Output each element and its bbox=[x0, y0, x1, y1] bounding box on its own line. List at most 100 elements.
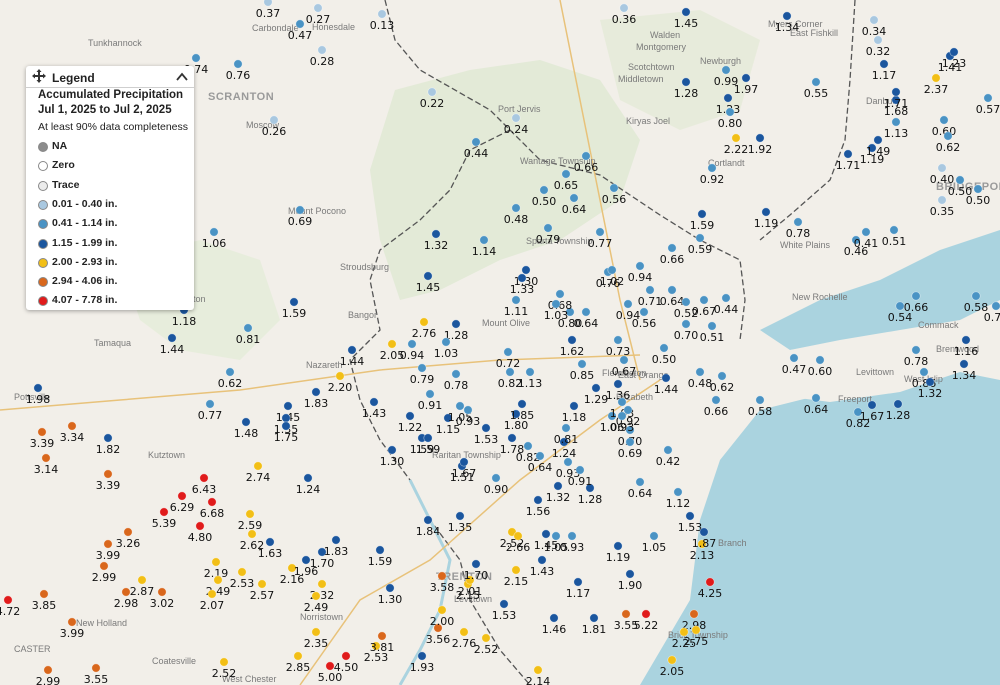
station-marker[interactable] bbox=[661, 373, 671, 383]
station-marker[interactable] bbox=[103, 469, 113, 479]
station-marker[interactable] bbox=[625, 437, 635, 447]
station-marker[interactable] bbox=[405, 411, 415, 421]
station-marker[interactable] bbox=[541, 529, 551, 539]
station-marker[interactable] bbox=[425, 389, 435, 399]
station-marker[interactable] bbox=[681, 7, 691, 17]
station-marker[interactable] bbox=[211, 557, 221, 567]
station-marker[interactable] bbox=[549, 613, 559, 623]
station-marker[interactable] bbox=[535, 451, 545, 461]
station-marker[interactable] bbox=[843, 149, 853, 159]
station-marker[interactable] bbox=[437, 571, 447, 581]
station-marker[interactable] bbox=[311, 591, 321, 601]
station-marker[interactable] bbox=[939, 115, 949, 125]
station-marker[interactable] bbox=[581, 307, 591, 317]
station-marker[interactable] bbox=[207, 497, 217, 507]
station-marker[interactable] bbox=[257, 579, 267, 589]
station-marker[interactable] bbox=[511, 203, 521, 213]
station-marker[interactable] bbox=[441, 337, 451, 347]
station-marker[interactable] bbox=[423, 515, 433, 525]
station-marker[interactable] bbox=[123, 527, 133, 537]
station-marker[interactable] bbox=[755, 133, 765, 143]
station-marker[interactable] bbox=[717, 371, 727, 381]
station-marker[interactable] bbox=[943, 131, 953, 141]
station-marker[interactable] bbox=[317, 579, 327, 589]
station-marker[interactable] bbox=[471, 137, 481, 147]
station-marker[interactable] bbox=[667, 285, 677, 295]
station-marker[interactable] bbox=[893, 399, 903, 409]
station-marker[interactable] bbox=[289, 297, 299, 307]
station-marker[interactable] bbox=[937, 195, 947, 205]
station-marker[interactable] bbox=[207, 589, 217, 599]
station-marker[interactable] bbox=[103, 539, 113, 549]
station-marker[interactable] bbox=[581, 151, 591, 161]
station-marker[interactable] bbox=[313, 3, 323, 13]
station-marker[interactable] bbox=[317, 45, 327, 55]
station-marker[interactable] bbox=[245, 509, 255, 519]
station-marker[interactable] bbox=[553, 481, 563, 491]
station-marker[interactable] bbox=[41, 453, 51, 463]
station-marker[interactable] bbox=[793, 217, 803, 227]
station-marker[interactable] bbox=[623, 299, 633, 309]
station-marker[interactable] bbox=[551, 531, 561, 541]
station-marker[interactable] bbox=[3, 595, 13, 605]
station-marker[interactable] bbox=[455, 401, 465, 411]
station-marker[interactable] bbox=[577, 359, 587, 369]
station-marker[interactable] bbox=[949, 47, 959, 57]
station-marker[interactable] bbox=[375, 545, 385, 555]
station-marker[interactable] bbox=[551, 299, 561, 309]
station-marker[interactable] bbox=[417, 363, 427, 373]
station-marker[interactable] bbox=[247, 529, 257, 539]
station-marker[interactable] bbox=[635, 261, 645, 271]
station-marker[interactable] bbox=[873, 35, 883, 45]
station-marker[interactable] bbox=[407, 339, 417, 349]
station-marker[interactable] bbox=[195, 521, 205, 531]
station-marker[interactable] bbox=[157, 587, 167, 597]
station-marker[interactable] bbox=[91, 663, 101, 673]
station-marker[interactable] bbox=[609, 183, 619, 193]
station-marker[interactable] bbox=[253, 461, 263, 471]
station-marker[interactable] bbox=[991, 301, 1000, 311]
station-marker[interactable] bbox=[707, 163, 717, 173]
station-marker[interactable] bbox=[889, 225, 899, 235]
station-marker[interactable] bbox=[741, 73, 751, 83]
station-marker[interactable] bbox=[971, 291, 981, 301]
station-marker[interactable] bbox=[569, 193, 579, 203]
station-marker[interactable] bbox=[513, 531, 523, 541]
station-marker[interactable] bbox=[335, 371, 345, 381]
station-marker[interactable] bbox=[699, 295, 709, 305]
station-marker[interactable] bbox=[191, 53, 201, 63]
station-marker[interactable] bbox=[789, 353, 799, 363]
station-marker[interactable] bbox=[499, 599, 509, 609]
station-marker[interactable] bbox=[491, 473, 501, 483]
station-marker[interactable] bbox=[455, 511, 465, 521]
station-marker[interactable] bbox=[595, 227, 605, 237]
station-marker[interactable] bbox=[861, 227, 871, 237]
station-marker[interactable] bbox=[955, 175, 965, 185]
station-marker[interactable] bbox=[649, 531, 659, 541]
station-marker[interactable] bbox=[525, 367, 535, 377]
station-marker[interactable] bbox=[711, 395, 721, 405]
station-marker[interactable] bbox=[681, 319, 691, 329]
station-marker[interactable] bbox=[617, 411, 627, 421]
station-marker[interactable] bbox=[555, 289, 565, 299]
station-marker[interactable] bbox=[533, 495, 543, 505]
station-marker[interactable] bbox=[517, 399, 527, 409]
station-marker[interactable] bbox=[507, 433, 517, 443]
station-marker[interactable] bbox=[613, 379, 623, 389]
station-marker[interactable] bbox=[303, 473, 313, 483]
station-marker[interactable] bbox=[369, 397, 379, 407]
station-marker[interactable] bbox=[219, 657, 229, 667]
station-marker[interactable] bbox=[213, 575, 223, 585]
station-marker[interactable] bbox=[721, 293, 731, 303]
station-marker[interactable] bbox=[283, 401, 293, 411]
station-marker[interactable] bbox=[867, 400, 877, 410]
station-marker[interactable] bbox=[387, 445, 397, 455]
station-marker[interactable] bbox=[199, 473, 209, 483]
station-marker[interactable] bbox=[782, 11, 792, 21]
station-marker[interactable] bbox=[983, 93, 993, 103]
station-marker[interactable] bbox=[617, 397, 627, 407]
station-marker[interactable] bbox=[295, 205, 305, 215]
station-marker[interactable] bbox=[459, 457, 469, 467]
station-marker[interactable] bbox=[331, 535, 341, 545]
station-marker[interactable] bbox=[811, 393, 821, 403]
